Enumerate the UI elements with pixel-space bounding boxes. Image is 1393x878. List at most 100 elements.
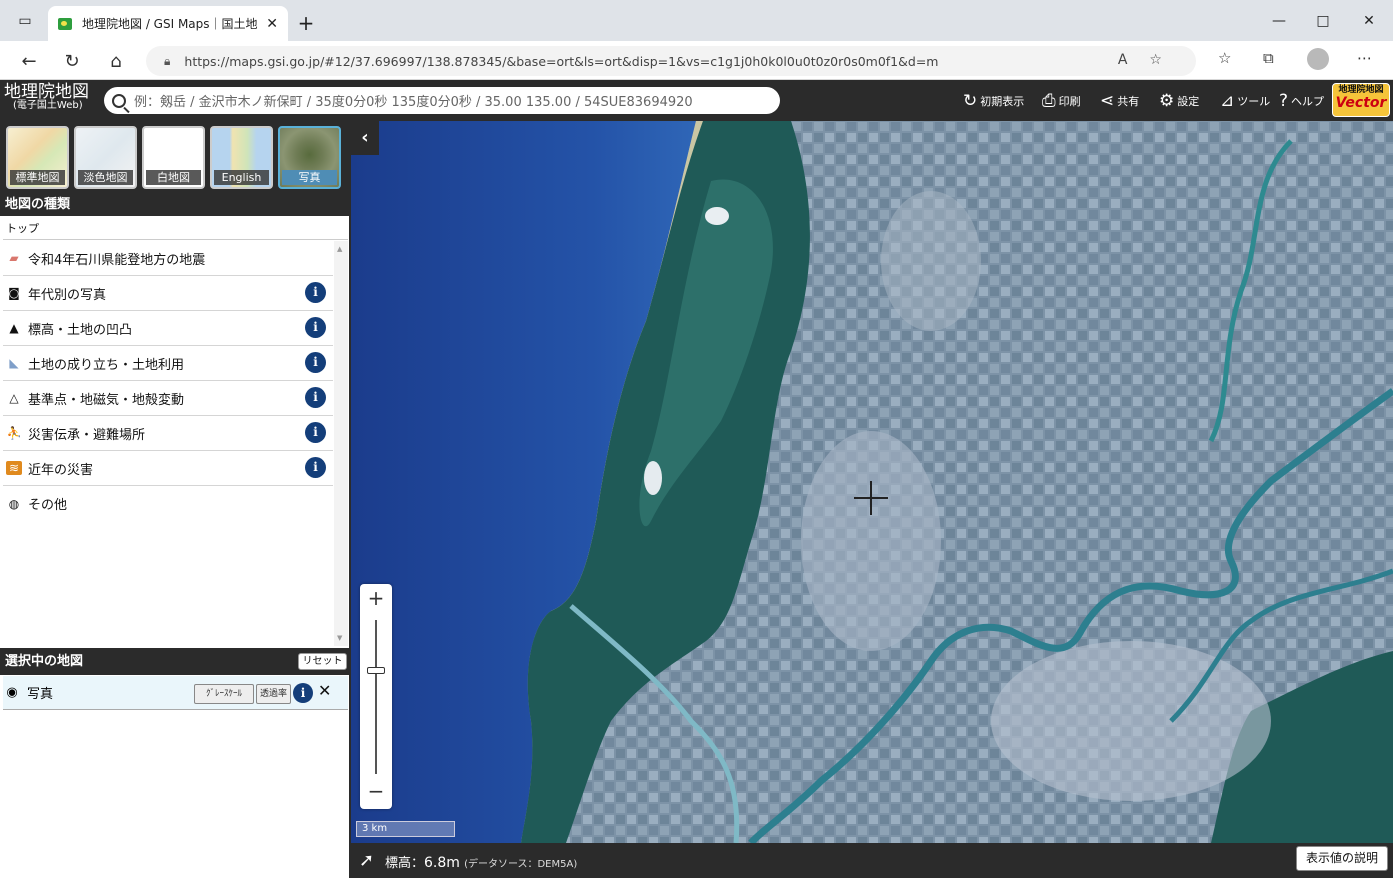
zoom-slider-thumb[interactable]	[367, 666, 385, 674]
list-item[interactable]: △ 基準点・地磁気・地殻変動 i	[3, 381, 333, 416]
reset-button[interactable]: リセット	[298, 653, 347, 670]
settings-button[interactable]: ⚙ 設定	[1159, 90, 1199, 112]
share-icon: ⋖	[1100, 91, 1115, 111]
collapse-panel-button[interactable]: ‹	[351, 121, 379, 155]
search-input[interactable]: 例：剱岳 / 金沢市木ノ新保町 / 35度0分0秒 135度0分0秒 / 35.…	[104, 87, 780, 114]
print-button[interactable]: ⎙ 印刷	[1042, 90, 1081, 112]
collections-icon[interactable]: ⧉	[1263, 49, 1274, 67]
list-item[interactable]: ◍ その他	[3, 486, 333, 521]
eye-icon[interactable]: ◉	[3, 685, 21, 700]
triangle-icon: △	[9, 391, 19, 405]
more-icon[interactable]: ⋯	[1357, 49, 1372, 67]
base-tile-label: 標準地図	[10, 170, 65, 185]
gsi-header: 地理院地図 (電子国土Web) 例：剱岳 / 金沢市木ノ新保町 / 35度0分0…	[0, 80, 1393, 121]
browser-tabbar: ▭ 地理院地図 / GSI Maps｜国土地 ✕ + — □ ✕	[0, 0, 1393, 41]
scale-bar: 3 km	[356, 821, 455, 837]
tab-title: 地理院地図 / GSI Maps｜国土地	[82, 17, 258, 31]
tab-actions-icon[interactable]: ▭	[2, 6, 48, 36]
close-window-icon[interactable]: ✕	[1346, 6, 1392, 36]
info-icon[interactable]: i	[305, 422, 326, 443]
share-button[interactable]: ⋖ 共有	[1100, 90, 1139, 112]
base-tile-photo[interactable]: 写真	[278, 126, 341, 189]
evacuation-icon: ⛹	[6, 426, 22, 440]
lock-icon: 🔒︎	[164, 53, 171, 68]
list-item[interactable]: ⛹ 災害伝承・避難場所 i	[3, 416, 333, 451]
zoom-in-button[interactable]: +	[360, 586, 392, 614]
browser-tab[interactable]: 地理院地図 / GSI Maps｜国土地 ✕	[48, 6, 288, 41]
help-button[interactable]: ? ヘルプ	[1279, 90, 1324, 112]
search-placeholder: 例：剱岳 / 金沢市木ノ新保町 / 35度0分0秒 135度0分0秒 / 35.…	[134, 95, 693, 110]
base-tile-blank[interactable]: 白地図	[142, 126, 205, 189]
new-tab-button[interactable]: +	[292, 9, 320, 37]
selected-layer-name: 写真	[27, 687, 54, 702]
base-tile-standard[interactable]: 標準地図	[6, 126, 69, 189]
base-tile-pale[interactable]: 淡色地図	[74, 126, 137, 189]
info-icon[interactable]: i	[305, 282, 326, 303]
base-tile-english[interactable]: English	[210, 126, 273, 189]
opacity-button[interactable]: 透過率	[256, 684, 291, 704]
share-label: 共有	[1117, 95, 1140, 108]
tools-button[interactable]: ⊿ ツール	[1220, 90, 1270, 112]
info-icon[interactable]: i	[305, 352, 326, 373]
logo-main: 地理院地図	[4, 82, 89, 102]
list-scrollbar[interactable]: ▲ ▼	[334, 241, 348, 646]
home-icon[interactable]: ⌂	[102, 47, 130, 75]
favorites-icon[interactable]: ☆	[1218, 49, 1231, 67]
breadcrumb[interactable]: トップ	[3, 218, 348, 240]
side-panel: 標準地図 淡色地図 白地図 English 写真 地図の種類 トップ ▰ 令和4…	[0, 121, 351, 878]
initial-view-button[interactable]: ↻ 初期表示	[963, 90, 1024, 112]
scroll-down-icon[interactable]: ▼	[337, 634, 342, 642]
expand-arrow-icon[interactable]: ➚	[359, 850, 374, 871]
elevation-value: 6.8m	[424, 855, 460, 871]
tab-close-icon[interactable]: ✕	[266, 16, 278, 32]
zoom-slider-track[interactable]	[375, 620, 377, 774]
map-footer: ➚ 標高：6.8m (データソース：DEM5A) 表示値の説明	[351, 843, 1393, 878]
folder-icon: ▰	[9, 251, 19, 265]
explain-values-button[interactable]: 表示値の説明	[1296, 846, 1388, 871]
profile-avatar[interactable]	[1307, 48, 1329, 70]
close-icon[interactable]: ✕	[318, 681, 331, 700]
list-item-label: 近年の災害	[28, 462, 94, 478]
list-item[interactable]: ≋ 近年の災害 i	[3, 451, 333, 486]
mountain-icon: ▲	[9, 321, 19, 335]
url-text: https://maps.gsi.go.jp/#12/37.696997/138…	[184, 53, 939, 69]
snow-patch	[644, 461, 662, 495]
selected-layer-row[interactable]: ◉ 写真 ｸﾞﾚｰｽｹｰﾙ 透過率 i ✕	[3, 676, 348, 710]
url-field[interactable]: 🔒︎ https://maps.gsi.go.jp/#12/37.696997/…	[146, 46, 1196, 76]
vector-badge[interactable]: 地理院地図 Vector	[1332, 83, 1390, 117]
info-icon[interactable]: i	[293, 683, 313, 703]
back-icon[interactable]: ←	[15, 47, 43, 75]
scroll-up-icon[interactable]: ▲	[337, 245, 342, 253]
list-item-label: 令和4年石川県能登地方の地震	[28, 252, 206, 268]
map-canvas[interactable]	[351, 121, 1393, 843]
minimize-icon[interactable]: —	[1256, 6, 1302, 36]
app-window: ▭ 地理院地図 / GSI Maps｜国土地 ✕ + — □ ✕ ← ↻ ⌂ 🔒…	[0, 0, 1393, 878]
globe-icon: ◍	[8, 496, 20, 511]
map-types-list: ▰ 令和4年石川県能登地方の地震 ◙ 年代別の写真 i ▲ 標高・土地の凹凸 i…	[3, 241, 333, 647]
list-item[interactable]: ▲ 標高・土地の凹凸 i	[3, 311, 333, 346]
list-item[interactable]: ◙ 年代別の写真 i	[3, 276, 333, 311]
base-tile-label: 淡色地図	[78, 170, 133, 185]
info-icon[interactable]: i	[305, 317, 326, 338]
info-icon[interactable]: i	[305, 457, 326, 478]
maximize-icon[interactable]: □	[1300, 6, 1346, 36]
list-item-label: その他	[28, 498, 68, 513]
logo-sub: (電子国土Web)	[13, 100, 83, 111]
reload-icon[interactable]: ↻	[58, 47, 86, 75]
list-item-label: 年代別の写真	[28, 287, 107, 303]
zoom-control: + −	[360, 584, 392, 809]
base-tile-label: 写真	[282, 170, 337, 185]
zoom-out-button[interactable]: −	[360, 779, 392, 807]
list-item[interactable]: ▰ 令和4年石川県能登地方の地震	[3, 241, 333, 276]
info-icon[interactable]: i	[305, 387, 326, 408]
grayscale-button[interactable]: ｸﾞﾚｰｽｹｰﾙ	[194, 684, 254, 704]
read-aloud-favorite-icons[interactable]: A☆	[1118, 52, 1184, 68]
snow-patch	[705, 207, 729, 225]
gsi-favicon-icon	[58, 17, 72, 30]
land-icon: ◣	[9, 356, 19, 370]
gsi-logo[interactable]: 地理院地図 (電子国土Web)	[4, 84, 100, 111]
elevation-source: (データソース：DEM5A)	[464, 859, 578, 870]
list-item[interactable]: ◣ 土地の成り立ち・土地利用 i	[3, 346, 333, 381]
settings-label: 設定	[1177, 95, 1200, 108]
disaster-icon: ≋	[6, 461, 22, 475]
